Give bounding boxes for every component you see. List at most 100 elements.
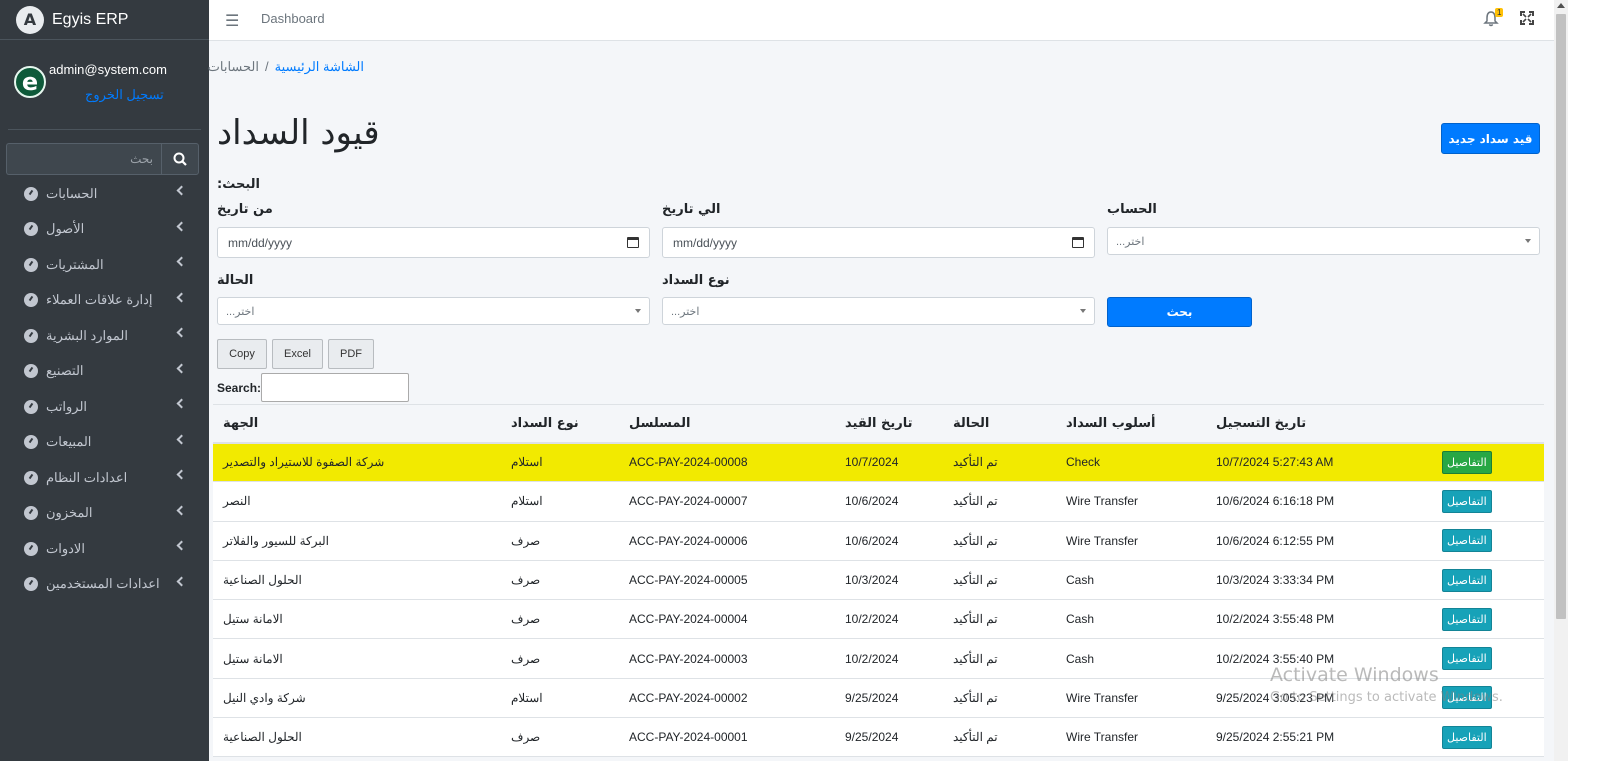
sidebar-item-label: المشتريات xyxy=(46,256,104,272)
details-button[interactable]: التفاصيل xyxy=(1442,450,1492,474)
cell-actions: التفاصيل xyxy=(1426,443,1544,482)
cell-entry-date: 10/6/2024 xyxy=(845,494,899,509)
sidebar-search-button[interactable] xyxy=(161,143,199,175)
cell-payment-method: Check xyxy=(1066,455,1101,470)
scroll-up-arrow-icon[interactable] xyxy=(1557,3,1565,8)
watermark-subtitle: Go to Settings to activate Windows. xyxy=(1270,690,1503,705)
avatar: e xyxy=(14,66,46,98)
to-date-field[interactable]: mm/dd/yyyy xyxy=(662,227,1095,258)
sidebar-item-label: اعدادات المستخدمين xyxy=(46,576,160,592)
status-select[interactable]: ...اختر xyxy=(217,297,650,325)
account-label: الحساب xyxy=(1107,202,1157,217)
sidebar-item[interactable]: المبيعات xyxy=(0,425,209,461)
logout-link[interactable]: تسجيل الخروج xyxy=(85,87,164,103)
table-search-input[interactable] xyxy=(261,373,409,402)
cell-entry-date: 10/2/2024 xyxy=(845,612,899,627)
cell-actions: التفاصيل xyxy=(1426,600,1544,639)
hamburger-menu-icon[interactable]: ☰ xyxy=(225,11,239,30)
tachometer-icon xyxy=(24,577,38,592)
col-serial[interactable]: المسلسل xyxy=(619,404,835,444)
table-search-label: Search: xyxy=(217,381,262,395)
brand[interactable]: A Egyis ERP xyxy=(0,0,209,40)
chevron-left-icon xyxy=(176,292,187,302)
sidebar-item[interactable]: إدارة علاقات العملاء xyxy=(0,283,209,319)
table-row: النصر استلام ACC-PAY-2024-00007 10/6/2024 تم… xyxy=(213,481,1544,522)
cell-registration-date: 10/3/2024 3:33:34 PM xyxy=(1216,573,1335,588)
new-payment-entry-button[interactable]: قيد سداد جديد xyxy=(1441,123,1540,154)
sidebar-item-label: اعدادات النظام xyxy=(46,469,128,485)
sidebar-item[interactable]: اعدادات المستخدمين xyxy=(0,567,209,603)
account-select[interactable]: ...اختر xyxy=(1107,227,1540,255)
tachometer-icon xyxy=(24,541,38,556)
calendar-icon[interactable] xyxy=(627,237,639,248)
cell-status: تم التأكيد xyxy=(953,573,998,588)
cell-status: تم التأكيد xyxy=(953,494,998,509)
calendar-icon[interactable] xyxy=(1072,237,1084,248)
watermark-title: Activate Windows xyxy=(1270,664,1439,686)
cell-party: الحلول الصناعية xyxy=(223,573,302,588)
account-select-placeholder: ...اختر xyxy=(1116,235,1145,248)
sidebar-item-label: الادوات xyxy=(46,540,85,556)
tachometer-icon xyxy=(24,293,38,308)
sidebar-item[interactable]: الحسابات xyxy=(0,176,209,212)
chevron-down-icon xyxy=(1080,309,1086,313)
cell-party: الحلول الصناعية xyxy=(223,730,302,745)
table-row: الامانة ستيل صرف ACC-PAY-2024-00004 10/2/20… xyxy=(213,599,1544,639)
cell-serial: ACC-PAY-2024-00004 xyxy=(629,612,748,627)
cell-entry-date: 10/7/2024 xyxy=(845,455,899,470)
tachometer-icon xyxy=(24,222,38,237)
pdf-button[interactable]: PDF xyxy=(328,339,374,369)
dashboard-link[interactable]: Dashboard xyxy=(261,11,325,26)
details-button[interactable]: التفاصيل xyxy=(1442,725,1492,749)
sidebar-item[interactable]: المخزون xyxy=(0,496,209,532)
cell-serial: ACC-PAY-2024-00006 xyxy=(629,533,748,548)
col-payment-method[interactable]: أسلوب السداد xyxy=(1056,404,1206,444)
sidebar-item[interactable]: الرواتب xyxy=(0,389,209,425)
sidebar-item[interactable]: الموارد البشرية xyxy=(0,318,209,354)
cell-entry-date: 9/25/2024 xyxy=(845,690,899,705)
sidebar-item[interactable]: الأصول xyxy=(0,212,209,248)
from-date-field[interactable]: mm/dd/yyyy xyxy=(217,227,650,258)
excel-button[interactable]: Excel xyxy=(272,339,323,369)
copy-button[interactable]: Copy xyxy=(217,339,267,369)
table-row: الحلول الصناعية صرف ACC-PAY-2024-00001 9/25… xyxy=(213,717,1544,757)
tachometer-icon xyxy=(24,257,38,272)
fullscreen-icon[interactable] xyxy=(1520,11,1534,25)
payment-type-select[interactable]: ...اختر xyxy=(662,297,1095,325)
breadcrumb-home-link[interactable]: الشاشة الرئيسية xyxy=(275,59,364,74)
cell-actions: التفاصيل xyxy=(1426,482,1544,521)
search-button[interactable]: بحث xyxy=(1107,297,1252,327)
page-scrollbar[interactable] xyxy=(1554,0,1568,761)
sidebar-item-label: المخزون xyxy=(46,505,93,521)
cell-party: الامانة ستيل xyxy=(223,651,283,666)
table-row: الحلول الصناعية صرف ACC-PAY-2024-00005 10/3… xyxy=(213,560,1544,600)
cell-payment-type: صرف xyxy=(511,533,541,548)
to-date-label: الي تاريخ xyxy=(662,202,721,217)
sidebar-search-input[interactable] xyxy=(6,143,161,175)
chevron-left-icon xyxy=(176,398,187,409)
sidebar-item-label: إدارة علاقات العملاء xyxy=(46,292,153,308)
sidebar-item[interactable]: اعدادات النظام xyxy=(0,460,209,496)
sidebar-item[interactable]: المشتريات xyxy=(0,247,209,283)
details-button[interactable]: التفاصيل xyxy=(1442,568,1492,592)
sidebar-item-label: التصنيع xyxy=(46,363,84,379)
cell-registration-date: 10/6/2024 6:12:55 PM xyxy=(1216,533,1335,548)
sidebar-item[interactable]: الادوات xyxy=(0,531,209,567)
col-status[interactable]: الحالة xyxy=(943,404,1056,444)
col-party[interactable]: الجهة xyxy=(213,404,501,444)
col-payment-type[interactable]: نوع السداد xyxy=(501,404,619,444)
col-registration-date[interactable]: تاريخ التسجيل xyxy=(1206,404,1426,444)
details-button[interactable]: التفاصيل xyxy=(1442,529,1492,553)
cell-payment-type: صرف xyxy=(511,730,541,745)
col-actions xyxy=(1426,404,1544,444)
cell-registration-date: 10/2/2024 3:55:48 PM xyxy=(1216,612,1335,627)
details-button[interactable]: التفاصيل xyxy=(1442,607,1492,631)
scrollbar-thumb[interactable] xyxy=(1556,14,1566,619)
cell-status: تم التأكيد xyxy=(953,651,998,666)
sidebar-item[interactable]: التصنيع xyxy=(0,354,209,390)
col-entry-date[interactable]: تاريخ القيد xyxy=(835,404,943,444)
main-content: الشاشة الرئيسية / الحسابات قيود السداد قيد… xyxy=(208,41,1554,761)
details-button[interactable]: التفاصيل xyxy=(1442,489,1492,513)
chevron-left-icon xyxy=(176,185,187,196)
chevron-left-icon xyxy=(176,363,187,373)
